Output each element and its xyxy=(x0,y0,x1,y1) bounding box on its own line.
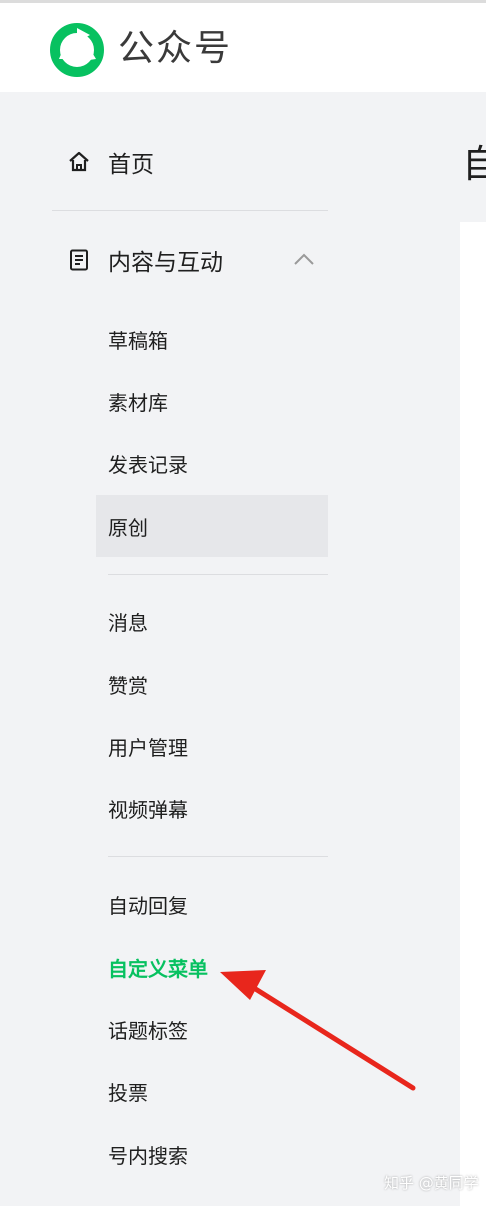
sidebar-item-video-danmaku[interactable]: 视频弹幕 xyxy=(96,777,328,839)
sidebar-item-publish-history[interactable]: 发表记录 xyxy=(96,432,328,494)
divider xyxy=(52,210,328,211)
sidebar-item-auto-reply[interactable]: 自动回复 xyxy=(96,873,328,935)
top-bar: 公众号 xyxy=(0,0,486,92)
sidebar-item-in-account-search[interactable]: 号内搜索 xyxy=(96,1123,328,1185)
app-title: 公众号 xyxy=(118,28,233,69)
sidebar-group-label: 内容与互动 xyxy=(108,250,223,276)
sidebar-item-messages[interactable]: 消息 xyxy=(96,590,328,652)
chevron-up-icon[interactable] xyxy=(292,248,316,272)
red-arrow-annotation-icon xyxy=(220,970,416,1091)
sidebar-item-label: 首页 xyxy=(108,152,154,178)
sidebar-item-home[interactable]: 首页 xyxy=(66,142,154,182)
sidebar-item-user-management[interactable]: 用户管理 xyxy=(96,715,328,777)
home-icon xyxy=(66,149,92,175)
main-content-panel xyxy=(460,222,486,1206)
wechat-official-accounts-logo-icon[interactable] xyxy=(50,23,104,77)
divider xyxy=(108,856,328,857)
divider xyxy=(108,574,328,575)
page-title: 自 xyxy=(462,142,486,186)
sidebar-group-content-interaction[interactable]: 内容与互动 xyxy=(66,240,328,280)
sidebar-item-original[interactable]: 原创 xyxy=(96,495,328,557)
watermark: 知乎 @黄同学 xyxy=(384,1174,479,1192)
sidebar-item-drafts[interactable]: 草稿箱 xyxy=(96,308,328,370)
sidebar-item-materials[interactable]: 素材库 xyxy=(96,370,328,432)
document-icon xyxy=(66,247,92,273)
sidebar-item-rewards[interactable]: 赞赏 xyxy=(96,653,328,715)
